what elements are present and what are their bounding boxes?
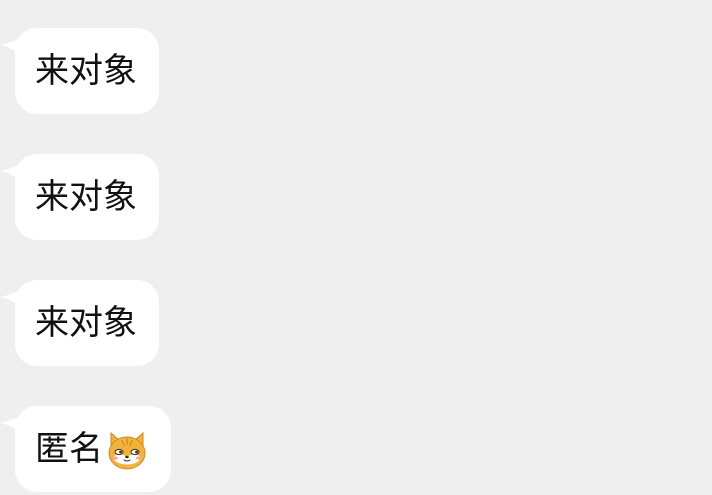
message-text: 来对象 [35,303,137,343]
message-text: 匿名 [35,429,103,469]
message-bubble[interactable]: 来对象 [15,154,159,240]
message-bubble[interactable]: 来对象 [15,28,159,114]
message-text: 来对象 [35,51,137,91]
shiba-dog-face-icon [108,431,146,470]
chat-message-list: 来对象 来对象 来对象 匿名 [0,0,712,495]
message-text: 来对象 [35,177,137,217]
message-bubble[interactable]: 来对象 [15,280,159,366]
message-bubble[interactable]: 匿名 [15,406,171,492]
